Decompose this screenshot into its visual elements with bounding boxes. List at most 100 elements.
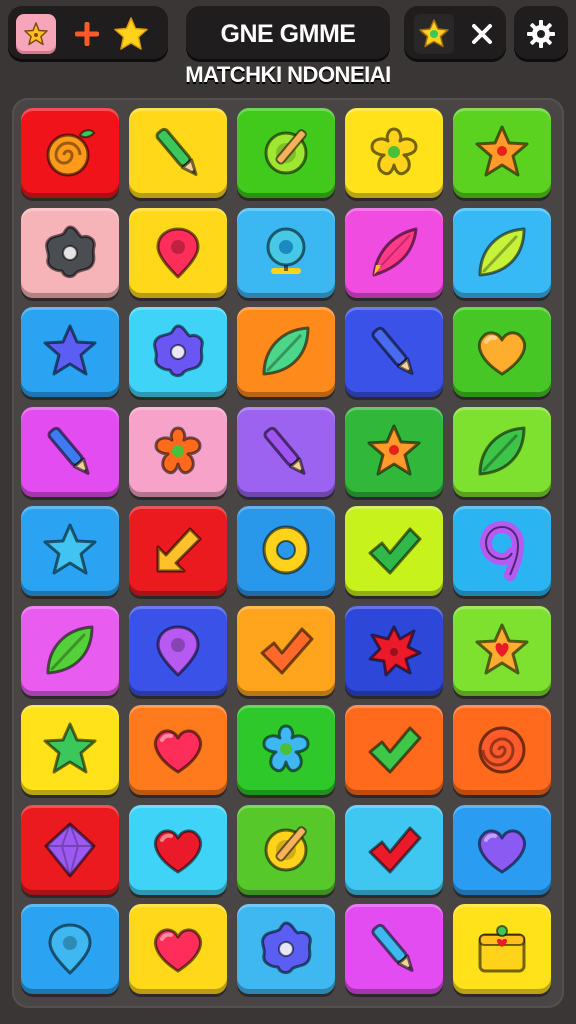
star-dot-icon xyxy=(367,424,421,475)
tile-pencil[interactable] xyxy=(129,108,227,198)
tile-star-dot[interactable] xyxy=(453,108,551,198)
gold-star-icon xyxy=(108,14,154,54)
game-board xyxy=(12,98,564,1008)
flower-icon xyxy=(370,127,418,176)
tile-star[interactable] xyxy=(21,307,119,397)
splat-icon xyxy=(368,625,422,676)
star-icon xyxy=(43,523,97,575)
tile-heart[interactable] xyxy=(453,804,551,895)
tile-donut[interactable] xyxy=(237,506,335,596)
tile-check[interactable] xyxy=(345,506,443,596)
tile-star[interactable] xyxy=(21,705,119,795)
star-chip-icon[interactable] xyxy=(414,14,454,54)
tile-circle-pencil[interactable] xyxy=(237,804,335,895)
tile-flower[interactable] xyxy=(129,406,227,497)
plus-icon[interactable] xyxy=(72,14,102,54)
pencil-icon xyxy=(263,426,306,475)
drop-icon xyxy=(156,625,200,676)
tile-spiral[interactable] xyxy=(453,705,551,795)
tile-check[interactable] xyxy=(237,605,335,696)
ring-stand-icon xyxy=(266,227,306,274)
tile-star-dot[interactable] xyxy=(345,406,443,497)
tile-drop[interactable] xyxy=(129,207,227,298)
heart-icon xyxy=(154,829,202,873)
donut-icon xyxy=(262,525,310,575)
heart-icon xyxy=(154,729,202,774)
close-icon[interactable] xyxy=(462,14,502,54)
game-subtitle: MATCHKI NDONEIAI xyxy=(185,62,391,87)
tile-star[interactable] xyxy=(21,506,119,596)
pencil-icon xyxy=(155,127,198,176)
left-hud-panel xyxy=(8,6,168,62)
star-icon xyxy=(43,722,97,774)
check-icon xyxy=(368,826,422,873)
right-hud-panel xyxy=(404,6,506,62)
leaf-icon xyxy=(478,227,526,276)
swirl-fruit-icon xyxy=(46,129,96,177)
pink-star-box-icon[interactable] xyxy=(16,14,56,54)
pencil-icon xyxy=(371,326,414,375)
pencil-icon xyxy=(47,426,90,475)
drop-icon xyxy=(156,227,200,278)
tile-swirl-fruit[interactable] xyxy=(21,108,119,198)
tile-heart[interactable] xyxy=(129,904,227,994)
tile-leaf[interactable] xyxy=(453,406,551,497)
check-icon xyxy=(260,627,314,674)
tile-circle-pencil[interactable] xyxy=(237,108,335,198)
tile-heart[interactable] xyxy=(129,705,227,795)
gear-icon[interactable] xyxy=(521,14,561,54)
tile-leaf[interactable] xyxy=(21,605,119,696)
heart-icon xyxy=(478,331,526,376)
tile-box[interactable] xyxy=(453,904,551,994)
tile-star-heart[interactable] xyxy=(453,605,551,696)
tile-leaf[interactable] xyxy=(237,307,335,397)
tile-pencil[interactable] xyxy=(21,406,119,497)
star-dot-icon xyxy=(475,125,529,177)
leaf-icon xyxy=(46,625,94,674)
tile-heart[interactable] xyxy=(453,307,551,397)
diamond-icon xyxy=(44,822,96,877)
circle-pencil-icon xyxy=(264,825,308,871)
tile-flower[interactable] xyxy=(345,108,443,198)
title-panel: GNE GMME xyxy=(186,6,390,62)
tile-splat[interactable] xyxy=(345,605,443,696)
leaf-icon xyxy=(478,426,526,475)
tile-check[interactable] xyxy=(345,705,443,795)
blob-ring-icon xyxy=(153,324,204,378)
drop-icon xyxy=(48,923,92,975)
tile-ring-stand[interactable] xyxy=(237,207,335,298)
tile-flower[interactable] xyxy=(237,705,335,795)
heart-icon xyxy=(154,928,202,973)
tile-drop[interactable] xyxy=(21,904,119,994)
blob-ring-icon xyxy=(45,225,96,278)
feather-icon xyxy=(372,227,418,276)
pencil-icon xyxy=(371,923,414,972)
game-title: GNE GMME xyxy=(220,19,356,48)
tile-heart[interactable] xyxy=(129,804,227,895)
nine-icon xyxy=(479,520,525,581)
leaf-icon xyxy=(262,326,310,376)
flower-icon xyxy=(154,426,202,474)
top-bar: GNE GMME MATCHKI NDONEIAI xyxy=(0,0,576,100)
blob-ring-icon xyxy=(261,921,312,975)
box-icon xyxy=(478,925,526,973)
tile-blob-ring[interactable] xyxy=(129,307,227,397)
tile-blob-ring[interactable] xyxy=(237,904,335,994)
tile-pencil[interactable] xyxy=(237,406,335,497)
tile-pencil[interactable] xyxy=(345,904,443,994)
tile-check[interactable] xyxy=(345,804,443,895)
spiral-icon xyxy=(478,726,526,774)
tile-arrow[interactable] xyxy=(129,506,227,596)
heart-icon xyxy=(478,829,526,873)
arrow-icon xyxy=(156,527,202,573)
circle-pencil-icon xyxy=(264,129,308,175)
tile-nine[interactable] xyxy=(453,506,551,596)
tile-blob-ring[interactable] xyxy=(21,207,119,298)
tile-diamond[interactable] xyxy=(21,804,119,895)
flower-icon xyxy=(262,724,310,773)
tile-leaf[interactable] xyxy=(453,207,551,298)
tile-drop[interactable] xyxy=(129,605,227,696)
tile-feather[interactable] xyxy=(345,207,443,298)
tile-pencil[interactable] xyxy=(345,307,443,397)
star-icon xyxy=(43,324,97,376)
